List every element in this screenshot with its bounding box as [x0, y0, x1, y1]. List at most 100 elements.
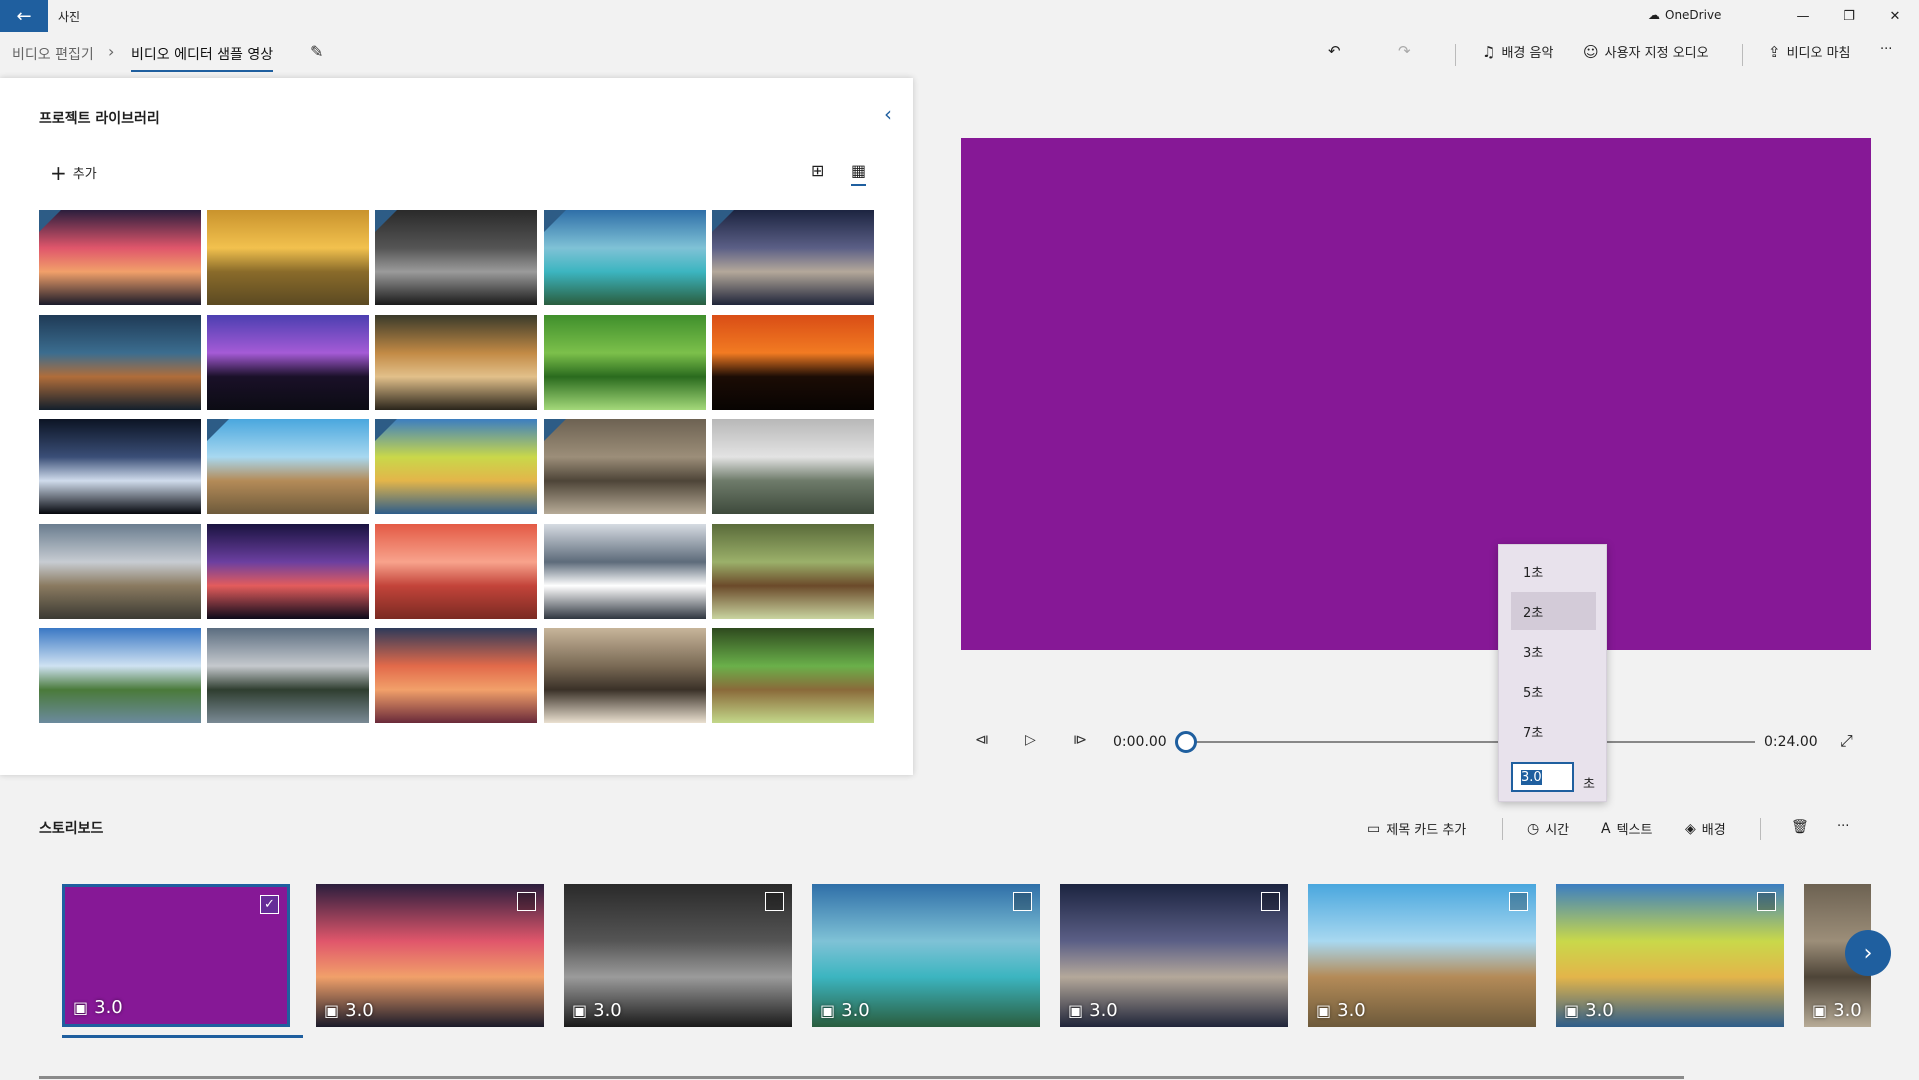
add-title-card-button[interactable]: ▭ 제목 카드 추가 — [1367, 819, 1466, 839]
clip-duration: ▣ 3.0 — [1812, 1000, 1862, 1021]
background-music-button[interactable]: ♫ 배경 음악 — [1482, 42, 1553, 62]
storyboard-more-button[interactable]: ··· — [1837, 819, 1849, 834]
duration-input[interactable]: 3.0 — [1511, 762, 1574, 792]
undo-button[interactable]: ↶ — [1328, 42, 1341, 60]
delete-button[interactable]: 🗑 — [1791, 819, 1809, 835]
storyboard-title: 스토리보드 — [39, 821, 104, 837]
toolbar-divider — [1742, 44, 1743, 66]
library-thumbnail[interactable] — [207, 524, 369, 619]
in-use-corner-icon — [39, 210, 61, 232]
close-button[interactable]: ✕ — [1872, 0, 1918, 32]
clip-checkbox[interactable] — [765, 892, 784, 911]
clip-checkbox[interactable] — [517, 892, 536, 911]
storyboard-clip[interactable]: ▣ 3.0 — [1308, 884, 1536, 1027]
trash-icon: 🗑 — [1791, 819, 1809, 835]
library-thumbnail[interactable] — [544, 524, 706, 619]
library-thumbnail[interactable] — [544, 419, 706, 514]
skip-forward-button[interactable]: ⧐ — [1073, 732, 1087, 748]
storyboard-divider — [1502, 818, 1503, 840]
onedrive-status[interactable]: ☁ OneDrive — [1648, 8, 1721, 22]
storyboard-clip[interactable]: ▣ 3.0 — [316, 884, 544, 1027]
collapse-library-button[interactable]: ‹ — [884, 102, 892, 126]
onedrive-label: OneDrive — [1665, 8, 1722, 22]
duration-option[interactable]: 5초 — [1511, 672, 1596, 710]
library-thumbnail[interactable] — [544, 210, 706, 305]
storyboard-clip[interactable]: ▣ 3.0 — [564, 884, 792, 1027]
storyboard-next-button[interactable]: › — [1845, 930, 1891, 976]
storyboard-clip[interactable]: ▣ 3.0 — [1556, 884, 1784, 1027]
minimize-button[interactable]: — — [1780, 0, 1826, 32]
breadcrumb-root[interactable]: 비디오 편집기 — [12, 44, 94, 64]
breadcrumb-separator: › — [108, 42, 115, 61]
library-thumbnail[interactable] — [712, 315, 874, 410]
edit-title-button[interactable]: ✎ — [310, 42, 323, 61]
restore-button[interactable]: ❐ — [1826, 0, 1872, 32]
library-thumbnail[interactable] — [39, 628, 201, 723]
undo-icon: ↶ — [1328, 42, 1341, 60]
library-thumbnail[interactable] — [712, 524, 874, 619]
library-thumbnail[interactable] — [207, 210, 369, 305]
background-button[interactable]: ◈ 배경 — [1685, 819, 1726, 839]
text-button[interactable]: A 텍스트 — [1601, 819, 1652, 839]
library-thumbnail[interactable] — [375, 210, 537, 305]
back-button[interactable]: ← — [0, 0, 48, 32]
library-thumbnail[interactable] — [375, 524, 537, 619]
library-thumbnail[interactable] — [712, 628, 874, 723]
seek-bar[interactable] — [1185, 741, 1755, 743]
duration-button[interactable]: ◷ 시간 — [1527, 819, 1569, 839]
clip-checkbox[interactable] — [1509, 892, 1528, 911]
title-bar: ← 사진 ☁ OneDrive — ❐ ✕ — [0, 0, 1919, 32]
add-media-button[interactable]: + 추가 — [50, 163, 97, 183]
finish-video-button[interactable]: ⇪ 비디오 마침 — [1768, 42, 1851, 62]
large-grid-view-button[interactable]: ⊞ — [811, 161, 824, 180]
library-thumbnail[interactable] — [39, 524, 201, 619]
storyboard-clip[interactable]: ▣ 3.0 — [1060, 884, 1288, 1027]
in-use-corner-icon — [375, 419, 397, 441]
small-grid-view-button[interactable]: ▦ — [851, 161, 867, 186]
duration-flyout: 1초 2초 3초 5초 7초 3.0 초 — [1498, 544, 1607, 802]
storyboard-scrollbar[interactable] — [39, 1076, 1684, 1079]
duration-option[interactable]: 2초 — [1511, 592, 1596, 630]
custom-audio-label: 사용자 지정 오디오 — [1604, 46, 1709, 61]
skip-back-button[interactable]: ⧏ — [975, 732, 989, 748]
clip-checkbox[interactable] — [1013, 892, 1032, 911]
share-icon: ⇪ — [1768, 42, 1781, 61]
library-thumbnail[interactable] — [207, 315, 369, 410]
clip-duration: ▣ 3.0 — [820, 1000, 870, 1021]
duration-option[interactable]: 1초 — [1511, 552, 1596, 590]
library-thumbnail[interactable] — [207, 419, 369, 514]
library-thumbnail[interactable] — [39, 315, 201, 410]
library-thumbnail[interactable] — [544, 628, 706, 723]
library-thumbnail[interactable] — [712, 419, 874, 514]
library-thumbnail[interactable] — [712, 210, 874, 305]
clip-duration: ▣ 3.0 — [1068, 1000, 1118, 1021]
clip-duration: ▣ 3.0 — [324, 1000, 374, 1021]
title-card-icon: ▭ — [1367, 820, 1381, 837]
clip-checkbox[interactable] — [1261, 892, 1280, 911]
library-thumbnail[interactable] — [39, 210, 201, 305]
clip-duration-label: 3.0 — [841, 1000, 870, 1021]
library-thumbnail[interactable] — [207, 628, 369, 723]
storyboard-clip[interactable]: ▣ 3.0 — [812, 884, 1040, 1027]
duration-option[interactable]: 3초 — [1511, 632, 1596, 670]
play-button[interactable]: ▷ — [1025, 732, 1036, 748]
seek-thumb[interactable] — [1175, 731, 1197, 753]
duration-option[interactable]: 7초 — [1511, 712, 1596, 750]
person-audio-icon: ☺ — [1583, 42, 1599, 61]
redo-button[interactable]: ↷ — [1398, 42, 1411, 60]
library-thumbnail[interactable] — [375, 419, 537, 514]
library-thumbnail[interactable] — [375, 628, 537, 723]
image-icon: ▣ — [1068, 1001, 1084, 1020]
custom-audio-button[interactable]: ☺ 사용자 지정 오디오 — [1583, 42, 1709, 62]
more-options-button[interactable]: ··· — [1880, 42, 1892, 57]
video-preview[interactable] — [961, 138, 1871, 650]
clip-checkbox[interactable]: ✓ — [260, 895, 279, 914]
fullscreen-button[interactable]: ⤢ — [1840, 731, 1853, 751]
storyboard-clip[interactable]: ✓ ▣ 3.0 — [62, 884, 290, 1027]
library-thumbnail[interactable] — [39, 419, 201, 514]
library-title: 프로젝트 라이브러리 — [39, 111, 160, 127]
clip-checkbox[interactable] — [1757, 892, 1776, 911]
library-thumbnail[interactable] — [375, 315, 537, 410]
library-thumbnail[interactable] — [544, 315, 706, 410]
cloud-icon: ☁ — [1648, 8, 1660, 22]
